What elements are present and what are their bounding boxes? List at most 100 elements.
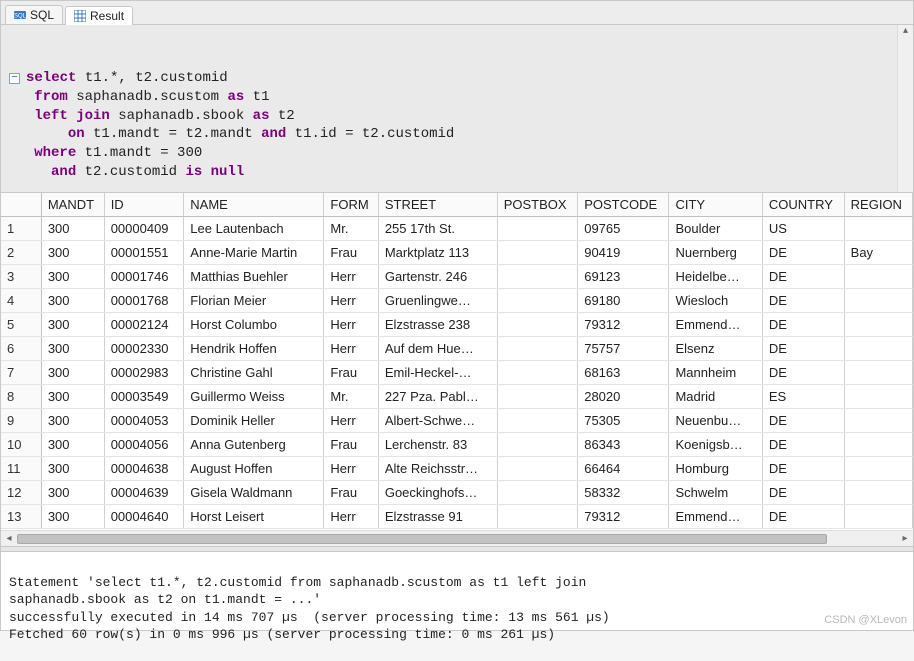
cell-MANDT[interactable]: 300 xyxy=(41,457,104,481)
cell-COUNTRY[interactable]: DE xyxy=(762,337,844,361)
cell-CITY[interactable]: Homburg xyxy=(669,457,762,481)
table-row[interactable]: 330000001746Matthias BuehlerHerrGartenst… xyxy=(1,265,913,289)
fold-toggle-icon[interactable]: − xyxy=(9,73,20,84)
cell-POSTCODE[interactable]: 69180 xyxy=(578,289,669,313)
cell-STREET[interactable]: Gruenlingwe… xyxy=(378,289,497,313)
cell-COUNTRY[interactable]: DE xyxy=(762,457,844,481)
cell-ID[interactable]: 00001551 xyxy=(104,241,184,265)
cell-COUNTRY[interactable]: DE xyxy=(762,361,844,385)
cell-COUNTRY[interactable]: ES xyxy=(762,385,844,409)
table-row[interactable]: 830000003549Guillermo WeissMr.227 Pza. P… xyxy=(1,385,913,409)
cell-POSTBOX[interactable] xyxy=(497,337,578,361)
cell-MANDT[interactable]: 300 xyxy=(41,361,104,385)
cell-MANDT[interactable]: 300 xyxy=(41,337,104,361)
tab-sql[interactable]: SQL SQL xyxy=(5,5,63,24)
cell-ID[interactable]: 00004638 xyxy=(104,457,184,481)
table-row[interactable]: 130000000409Lee LautenbachMr.255 17th St… xyxy=(1,217,913,241)
cell-NAME[interactable]: Guillermo Weiss xyxy=(184,385,324,409)
cell-ID[interactable]: 00004640 xyxy=(104,505,184,529)
cell-MANDT[interactable]: 300 xyxy=(41,433,104,457)
cell-CITY[interactable]: Nuernberg xyxy=(669,241,762,265)
scroll-thumb[interactable] xyxy=(17,534,827,544)
cell-POSTCODE[interactable]: 75305 xyxy=(578,409,669,433)
cell-POSTCODE[interactable]: 28020 xyxy=(578,385,669,409)
row-number[interactable]: 11 xyxy=(1,457,41,481)
cell-REGION[interactable]: Bay xyxy=(844,241,912,265)
cell-FORM[interactable]: Herr xyxy=(324,289,378,313)
cell-COUNTRY[interactable]: DE xyxy=(762,433,844,457)
cell-CITY[interactable]: Elsenz xyxy=(669,337,762,361)
cell-REGION[interactable] xyxy=(844,457,912,481)
cell-COUNTRY[interactable]: DE xyxy=(762,289,844,313)
col-header-POSTCODE[interactable]: POSTCODE xyxy=(578,193,669,217)
cell-NAME[interactable]: Anna Gutenberg xyxy=(184,433,324,457)
cell-NAME[interactable]: Dominik Heller xyxy=(184,409,324,433)
table-row[interactable]: 1030000004056Anna GutenbergFrauLerchenst… xyxy=(1,433,913,457)
table-row[interactable]: 1330000004640Horst LeisertHerrElzstrasse… xyxy=(1,505,913,529)
tab-result[interactable]: Result xyxy=(65,6,133,25)
cell-POSTCODE[interactable]: 75757 xyxy=(578,337,669,361)
row-number-header[interactable] xyxy=(1,193,41,217)
cell-CITY[interactable]: Koenigsb… xyxy=(669,433,762,457)
cell-POSTBOX[interactable] xyxy=(497,313,578,337)
cell-REGION[interactable] xyxy=(844,481,912,505)
cell-POSTBOX[interactable] xyxy=(497,481,578,505)
cell-FORM[interactable]: Herr xyxy=(324,337,378,361)
cell-FORM[interactable]: Frau xyxy=(324,481,378,505)
cell-FORM[interactable]: Frau xyxy=(324,241,378,265)
cell-ID[interactable]: 00004056 xyxy=(104,433,184,457)
cell-REGION[interactable] xyxy=(844,409,912,433)
row-number[interactable]: 6 xyxy=(1,337,41,361)
col-header-COUNTRY[interactable]: COUNTRY xyxy=(762,193,844,217)
cell-STREET[interactable]: Lerchenstr. 83 xyxy=(378,433,497,457)
cell-POSTBOX[interactable] xyxy=(497,289,578,313)
table-row[interactable]: 630000002330Hendrik HoffenHerrAuf dem Hu… xyxy=(1,337,913,361)
cell-STREET[interactable]: Alte Reichsstr… xyxy=(378,457,497,481)
cell-POSTBOX[interactable] xyxy=(497,385,578,409)
cell-MANDT[interactable]: 300 xyxy=(41,265,104,289)
cell-REGION[interactable] xyxy=(844,337,912,361)
cell-CITY[interactable]: Heidelbe… xyxy=(669,265,762,289)
cell-CITY[interactable]: Madrid xyxy=(669,385,762,409)
col-header-REGION[interactable]: REGION xyxy=(844,193,912,217)
cell-ID[interactable]: 00000409 xyxy=(104,217,184,241)
cell-ID[interactable]: 00001768 xyxy=(104,289,184,313)
cell-NAME[interactable]: Lee Lautenbach xyxy=(184,217,324,241)
cell-FORM[interactable]: Herr xyxy=(324,505,378,529)
row-number[interactable]: 7 xyxy=(1,361,41,385)
cell-COUNTRY[interactable]: DE xyxy=(762,313,844,337)
row-number[interactable]: 1 xyxy=(1,217,41,241)
cell-CITY[interactable]: Mannheim xyxy=(669,361,762,385)
cell-STREET[interactable]: Elzstrasse 238 xyxy=(378,313,497,337)
cell-POSTCODE[interactable]: 66464 xyxy=(578,457,669,481)
cell-POSTCODE[interactable]: 69123 xyxy=(578,265,669,289)
cell-COUNTRY[interactable]: DE xyxy=(762,409,844,433)
cell-POSTBOX[interactable] xyxy=(497,409,578,433)
table-row[interactable]: 1130000004638August HoffenHerrAlte Reich… xyxy=(1,457,913,481)
cell-NAME[interactable]: Christine Gahl xyxy=(184,361,324,385)
row-number[interactable]: 3 xyxy=(1,265,41,289)
cell-COUNTRY[interactable]: US xyxy=(762,217,844,241)
cell-STREET[interactable]: Elzstrasse 91 xyxy=(378,505,497,529)
cell-NAME[interactable]: Hendrik Hoffen xyxy=(184,337,324,361)
cell-STREET[interactable]: Auf dem Hue… xyxy=(378,337,497,361)
table-row[interactable]: 230000001551Anne-Marie MartinFrauMarktpl… xyxy=(1,241,913,265)
console-output[interactable]: Statement 'select t1.*, t2.customid from… xyxy=(1,552,913,630)
cell-REGION[interactable] xyxy=(844,217,912,241)
cell-MANDT[interactable]: 300 xyxy=(41,313,104,337)
row-number[interactable]: 9 xyxy=(1,409,41,433)
cell-ID[interactable]: 00004053 xyxy=(104,409,184,433)
row-number[interactable]: 5 xyxy=(1,313,41,337)
row-number[interactable]: 12 xyxy=(1,481,41,505)
result-table[interactable]: MANDT ID NAME FORM STREET POSTBOX POSTCO… xyxy=(1,193,913,529)
cell-STREET[interactable]: Goeckinghofs… xyxy=(378,481,497,505)
cell-FORM[interactable]: Mr. xyxy=(324,217,378,241)
cell-CITY[interactable]: Schwelm xyxy=(669,481,762,505)
cell-ID[interactable]: 00002330 xyxy=(104,337,184,361)
table-row[interactable]: 430000001768Florian MeierHerrGruenlingwe… xyxy=(1,289,913,313)
cell-FORM[interactable]: Herr xyxy=(324,457,378,481)
cell-CITY[interactable]: Neuenbu… xyxy=(669,409,762,433)
cell-ID[interactable]: 00003549 xyxy=(104,385,184,409)
cell-MANDT[interactable]: 300 xyxy=(41,409,104,433)
cell-ID[interactable]: 00001746 xyxy=(104,265,184,289)
